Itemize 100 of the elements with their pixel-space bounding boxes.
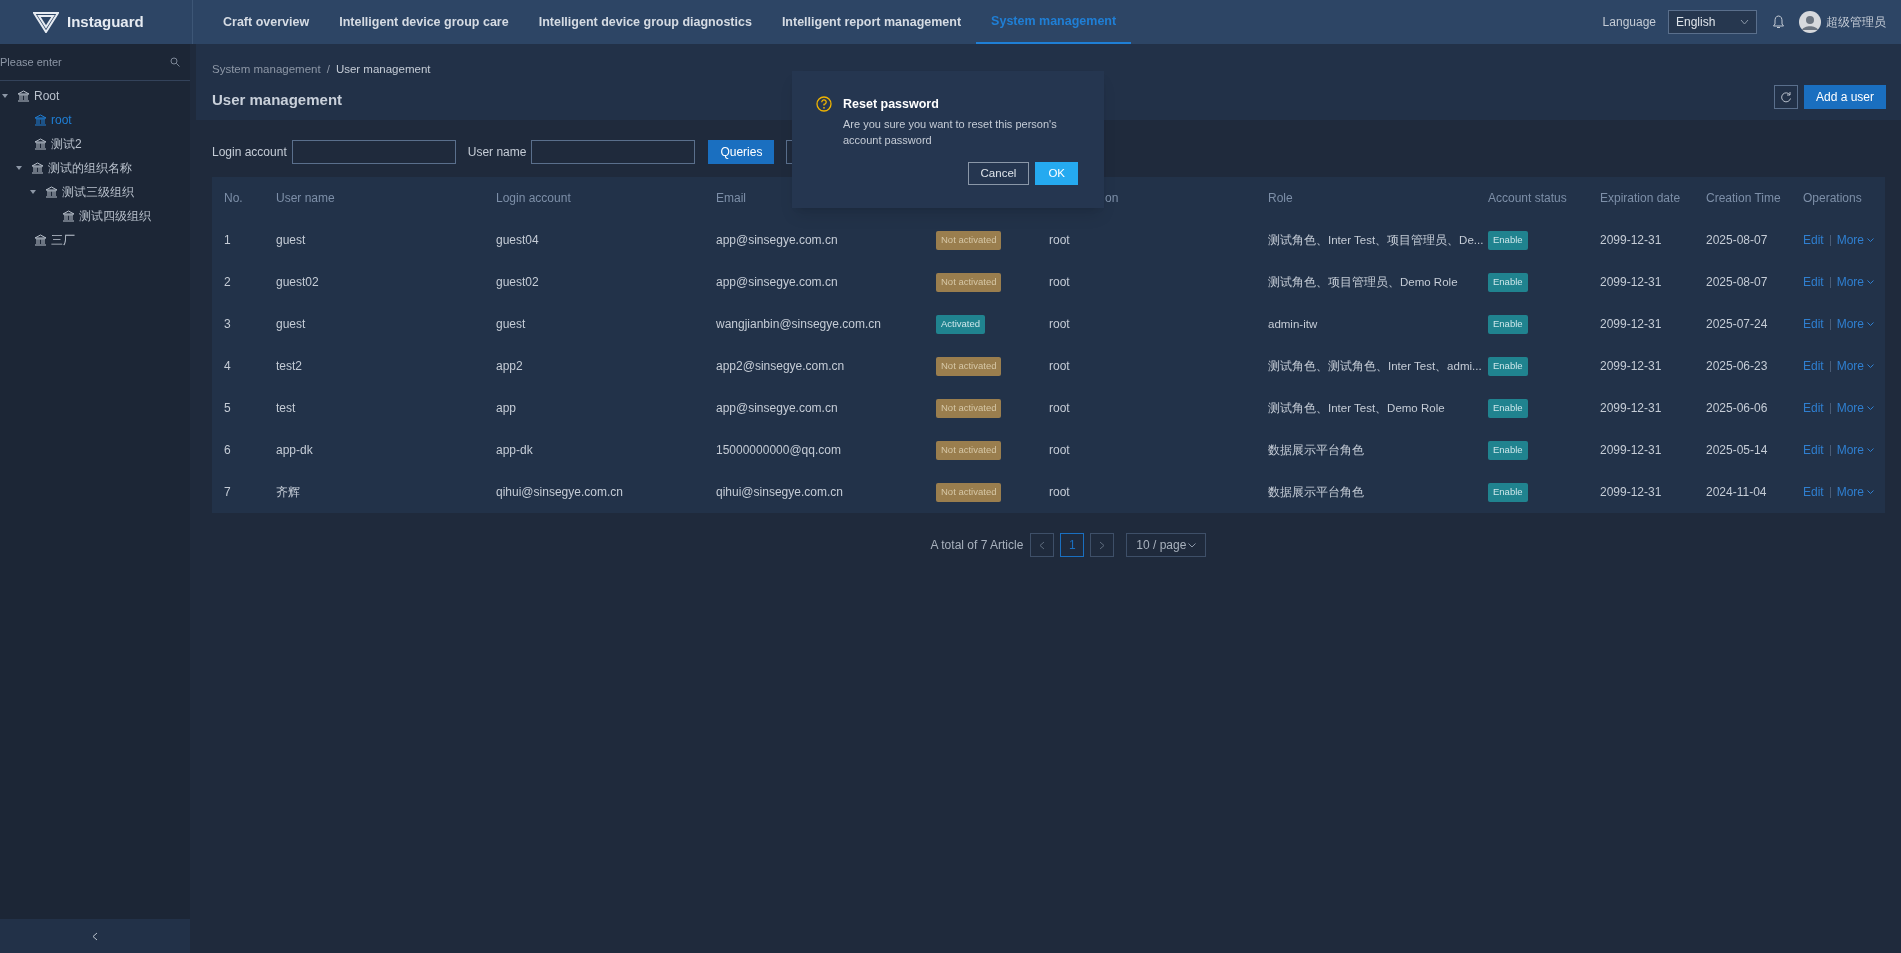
table-cell: 2099-12-31 — [1600, 317, 1662, 331]
table-cell: 2025-06-23 — [1706, 359, 1768, 373]
table-cell: test2 — [276, 359, 302, 373]
table-cell: 齐辉 — [276, 485, 300, 499]
chevron-right-icon — [1099, 540, 1106, 550]
more-link[interactable]: More — [1836, 483, 1875, 501]
column-header: Operations — [1803, 191, 1862, 205]
chevron-down-icon — [1867, 490, 1875, 494]
table-cell: 2025-06-06 — [1706, 401, 1768, 415]
edit-link[interactable]: Edit — [1803, 401, 1824, 415]
logo-text: Instaguard — [67, 11, 144, 32]
table-cell: 2025-05-14 — [1706, 443, 1768, 457]
table-cell: 2099-12-31 — [1600, 443, 1662, 457]
table-cell: guest — [276, 233, 306, 247]
table-cell: 2024-11-04 — [1706, 485, 1767, 499]
column-header: Expiration date — [1600, 191, 1681, 205]
chevron-down-icon — [1188, 542, 1197, 548]
status-badge: Not activated — [936, 357, 1002, 376]
more-link[interactable]: More — [1836, 441, 1875, 459]
refresh-button[interactable] — [1773, 85, 1798, 109]
chevron-down-icon — [1867, 238, 1875, 242]
query-button[interactable]: Queries — [708, 140, 775, 164]
tree-item[interactable]: 测试的组织名称 — [31, 159, 132, 177]
question-icon — [816, 96, 832, 113]
nav-tab[interactable]: Craft overview — [208, 0, 325, 44]
table-cell: root — [1049, 317, 1070, 331]
logo-icon — [33, 11, 59, 33]
status-badge: Not activated — [936, 273, 1002, 292]
edit-link[interactable]: Edit — [1803, 317, 1824, 331]
column-header: Creation Time — [1706, 191, 1781, 205]
table-cell: 2099-12-31 — [1600, 233, 1662, 247]
chevron-down-icon — [1740, 19, 1749, 25]
bank-icon — [62, 210, 75, 222]
table-cell: 数据展示平台角色 — [1268, 443, 1364, 456]
table-cell: 3 — [224, 317, 231, 331]
tree-item[interactable]: 测试四级组织 — [62, 207, 151, 225]
edit-link[interactable]: Edit — [1803, 359, 1824, 373]
caret-down-icon[interactable] — [30, 190, 36, 194]
cancel-button[interactable]: Cancel — [967, 161, 1030, 185]
table-cell: 2099-12-31 — [1600, 359, 1662, 373]
table-cell: 2 — [224, 275, 231, 289]
column-header: on — [1105, 191, 1119, 205]
column-header: No. — [224, 191, 243, 205]
caret-down-icon[interactable] — [2, 94, 8, 98]
page-button[interactable]: 1 — [1060, 533, 1085, 557]
table-cell: root — [1049, 275, 1070, 289]
bank-icon — [31, 162, 44, 174]
column-header: Login account — [496, 191, 571, 205]
tree-item[interactable]: Root — [17, 87, 60, 105]
table-cell: 测试角色、Inter Test、项目管理员、De... — [1268, 233, 1484, 246]
nav-tab[interactable]: Intelligent device group diagnostics — [523, 0, 767, 44]
tree-item[interactable]: 测试三级组织 — [45, 183, 134, 201]
table-cell: root — [1049, 401, 1070, 415]
status-badge: Enable — [1488, 273, 1528, 292]
edit-link[interactable]: Edit — [1803, 485, 1824, 499]
table-cell: guest02 — [496, 275, 539, 289]
table-cell: 数据展示平台角色 — [1268, 485, 1364, 498]
table-cell: 1 — [224, 233, 231, 247]
table-cell: guest — [496, 317, 526, 331]
status-badge: Not activated — [936, 231, 1002, 250]
tree-item[interactable]: 三厂 — [34, 231, 75, 249]
dialog-message: Are you sure you want to reset this person's account password — [843, 116, 1058, 148]
table-cell: 2099-12-31 — [1600, 485, 1662, 499]
language-select[interactable]: English — [1668, 10, 1757, 34]
chevron-down-icon — [1867, 322, 1875, 326]
next-page-button[interactable] — [1090, 533, 1115, 557]
bell-icon — [1772, 15, 1785, 29]
input-field[interactable] — [531, 140, 696, 164]
table-cell: guest04 — [496, 233, 539, 247]
nav-tab[interactable]: Intelligent report management — [766, 0, 977, 44]
more-link[interactable]: More — [1836, 357, 1875, 375]
refresh-icon — [1779, 91, 1792, 103]
chevron-down-icon — [1867, 448, 1875, 452]
edit-link[interactable]: Edit — [1803, 233, 1824, 247]
breadcrumb-link[interactable]: System management — [212, 61, 321, 79]
table-cell: 测试角色、测试角色、Inter Test、admi... — [1268, 359, 1482, 372]
table-cell: 2025-08-07 — [1706, 233, 1768, 247]
add-user-button[interactable]: Add a user — [1803, 85, 1886, 109]
more-link[interactable]: More — [1836, 231, 1875, 249]
search-field[interactable]: Please enter — [0, 53, 150, 71]
page-size-select[interactable]: 10 / page — [1126, 533, 1207, 557]
input-field[interactable] — [291, 140, 456, 164]
nav-tab[interactable]: Intelligent device group care — [324, 0, 524, 44]
pagination-total: A total of 7 Article — [930, 537, 1024, 554]
tree-item[interactable]: 测试2 — [34, 135, 82, 153]
more-link[interactable]: More — [1836, 399, 1875, 417]
caret-down-icon[interactable] — [16, 166, 22, 170]
tree-item[interactable]: root — [34, 111, 72, 129]
edit-link[interactable]: Edit — [1803, 275, 1824, 289]
user-name: 超级管理员 — [1826, 14, 1886, 31]
ok-button[interactable]: OK — [1035, 161, 1078, 185]
edit-link[interactable]: Edit — [1803, 443, 1824, 457]
table-cell: root — [1049, 359, 1070, 373]
column-header: Email — [716, 191, 746, 205]
breadcrumb-link[interactable]: User management — [335, 61, 431, 79]
status-badge: Enable — [1488, 441, 1528, 460]
more-link[interactable]: More — [1836, 315, 1875, 333]
more-link[interactable]: More — [1836, 273, 1875, 291]
table-cell: 测试角色、项目管理员、Demo Role — [1268, 275, 1458, 288]
previous-page-button[interactable] — [1030, 533, 1055, 557]
